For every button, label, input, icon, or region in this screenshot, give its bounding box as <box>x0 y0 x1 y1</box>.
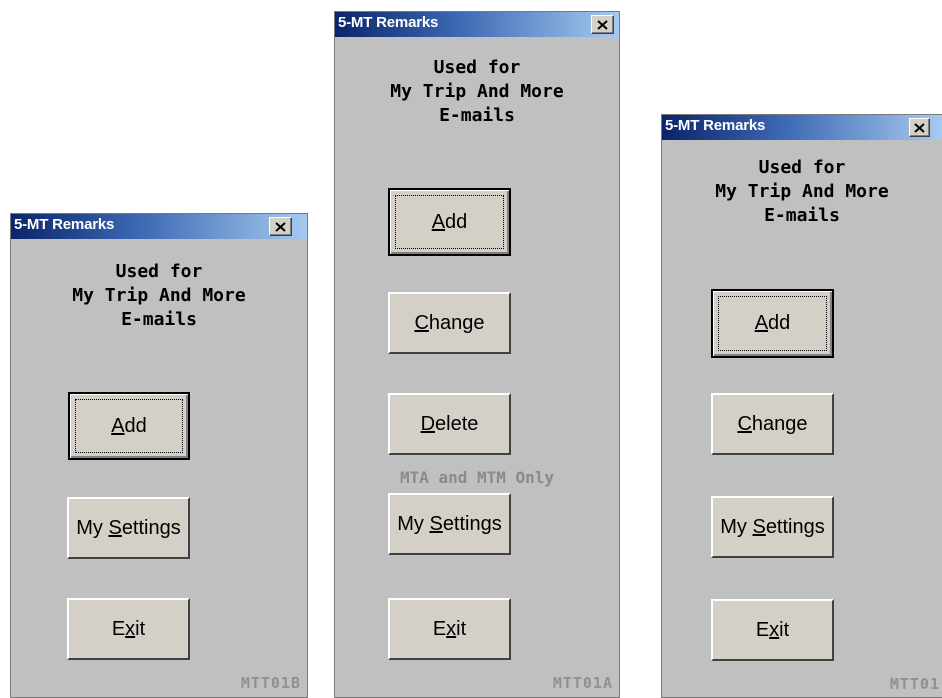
mt-remarks-dialog-a: 5-MT Remarks Used for My Trip And More E… <box>334 11 620 698</box>
change-button[interactable]: Change <box>388 292 511 354</box>
close-x-icon <box>275 221 286 232</box>
change-button[interactable]: Change <box>711 393 834 455</box>
mt-remarks-dialog: 5-MT Remarks Used for My Trip And More E… <box>661 114 942 698</box>
my-settings-button[interactable]: My Settings <box>67 497 190 559</box>
description: Used for My Trip And More E-mails <box>662 156 942 228</box>
description-line: E-mails <box>439 105 515 126</box>
add-button[interactable]: Add <box>711 289 834 358</box>
my-settings-button-label: My Settings <box>720 515 825 538</box>
exit-button[interactable]: Exit <box>388 598 511 660</box>
close-x-icon <box>914 122 925 133</box>
my-settings-button[interactable]: My Settings <box>711 496 834 558</box>
form-code: MTT01 <box>889 675 940 693</box>
close-button[interactable] <box>909 118 930 137</box>
description-line: My Trip And More <box>72 285 246 306</box>
window-title: 5-MT Remarks <box>14 216 115 233</box>
title-bar[interactable]: 5-MT Remarks <box>662 115 942 140</box>
add-button-label: Add <box>111 414 147 437</box>
description-line: My Trip And More <box>715 181 889 202</box>
add-button-label: Add <box>754 312 791 334</box>
exit-button[interactable]: Exit <box>711 599 834 661</box>
description-line: Used for <box>115 261 203 282</box>
exit-button-label: Exit <box>755 618 790 641</box>
description: Used for My Trip And More E-mails <box>11 260 307 332</box>
my-settings-button-label: My Settings <box>76 516 181 539</box>
description: Used for My Trip And More E-mails <box>335 56 619 128</box>
mt-remarks-dialog-b: 5-MT Remarks Used for My Trip And More E… <box>10 213 308 698</box>
description-line: Used for <box>758 157 846 178</box>
change-button-label: Change <box>414 311 485 334</box>
form-code: MTT01A <box>552 674 613 692</box>
title-bar[interactable]: 5-MT Remarks <box>335 12 619 37</box>
exit-button-label: Exit <box>432 617 467 640</box>
window-title: 5-MT Remarks <box>665 117 766 134</box>
form-code: MTT01B <box>240 674 301 692</box>
delete-button-label: Delete <box>420 412 479 435</box>
change-button-label: Change <box>737 412 808 435</box>
window-title: 5-MT Remarks <box>338 14 439 31</box>
exit-button-label: Exit <box>111 617 146 640</box>
delete-note: MTA and MTM Only <box>399 468 555 487</box>
add-button-label: Add <box>431 210 468 233</box>
title-bar[interactable]: 5-MT Remarks <box>11 214 307 239</box>
close-button[interactable] <box>591 15 614 34</box>
my-settings-button[interactable]: My Settings <box>388 493 511 555</box>
description-line: E-mails <box>764 205 840 226</box>
exit-button[interactable]: Exit <box>67 598 190 660</box>
description-line: E-mails <box>121 309 197 330</box>
delete-button[interactable]: Delete <box>388 393 511 455</box>
close-x-icon <box>597 19 608 30</box>
description-line: Used for <box>433 57 521 78</box>
description-line: My Trip And More <box>390 81 564 102</box>
my-settings-button-label: My Settings <box>397 512 502 535</box>
close-button[interactable] <box>269 217 292 236</box>
add-button[interactable]: Add <box>388 188 511 256</box>
add-button[interactable]: Add <box>68 392 190 460</box>
